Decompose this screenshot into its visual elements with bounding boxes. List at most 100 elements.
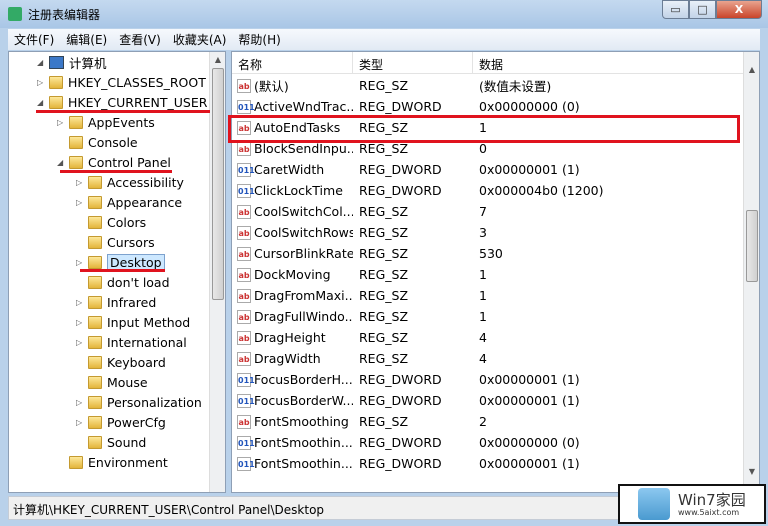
tree-item[interactable]: ◢ HKEY_CURRENT_USER	[37, 92, 207, 112]
scroll-thumb[interactable]	[746, 210, 758, 282]
scroll-thumb[interactable]	[212, 68, 224, 300]
scroll-down-icon[interactable]: ▼	[744, 464, 759, 480]
folder-icon	[88, 315, 102, 329]
binary-value-icon: 011	[237, 183, 255, 198]
values-scrollbar[interactable]: ▲ ▼	[743, 52, 759, 492]
value-type: REG_DWORD	[359, 393, 442, 408]
menu-help[interactable]: 帮助(H)	[232, 31, 286, 48]
tree-item[interactable]: ▷ International	[76, 332, 187, 352]
tree-item[interactable]: ▷ AppEvents	[57, 112, 155, 132]
value-row[interactable]: ab DragHeight REG_SZ 4	[232, 327, 745, 348]
expand-toggle-icon[interactable]: ▷	[76, 258, 86, 267]
menu-file[interactable]: 文件(F)	[8, 31, 60, 48]
expand-toggle-icon[interactable]: ▷	[76, 338, 86, 347]
tree-item[interactable]: Cursors	[76, 232, 155, 252]
value-row[interactable]: ab DragFromMaxi... REG_SZ 1	[232, 285, 745, 306]
tree-item[interactable]: ◢ 计算机	[37, 52, 107, 72]
value-type: REG_SZ	[359, 330, 409, 345]
value-row[interactable]: 011 ClickLockTime REG_DWORD 0x000004b0 (120…	[232, 180, 745, 201]
expand-toggle-icon[interactable]: ▷	[76, 418, 86, 427]
menu-favorites[interactable]: 收藏夹(A)	[167, 31, 233, 48]
expand-toggle-icon[interactable]: ▷	[76, 398, 86, 407]
value-row[interactable]: ab FontSmoothing REG_SZ 2	[232, 411, 745, 432]
tree-item[interactable]: Console	[57, 132, 138, 152]
tree-item[interactable]: ▷ Input Method	[76, 312, 190, 332]
expand-toggle-icon[interactable]: ▷	[76, 178, 86, 187]
value-type: REG_DWORD	[359, 456, 442, 471]
value-row[interactable]: 011 FontSmoothin... REG_DWORD 0x00000001 (1…	[232, 453, 745, 474]
tree-item[interactable]: ▷ PowerCfg	[76, 412, 166, 432]
column-name[interactable]: 名称	[232, 52, 353, 73]
expand-toggle-icon[interactable]: ▷	[57, 118, 67, 127]
tree-item[interactable]: ▷ Infrared	[76, 292, 156, 312]
house-icon	[638, 488, 670, 520]
annotation-underline-desktop	[80, 269, 165, 272]
value-data: 530	[479, 246, 503, 261]
value-row[interactable]: ab CoolSwitchCol... REG_SZ 7	[232, 201, 745, 222]
value-row[interactable]: 011 FontSmoothin... REG_DWORD 0x00000000 (0…	[232, 432, 745, 453]
menu-view[interactable]: 查看(V)	[113, 31, 167, 48]
value-data: 0x00000001 (1)	[479, 162, 580, 177]
menu-edit[interactable]: 编辑(E)	[60, 31, 113, 48]
watermark-url: www.5aixt.com	[678, 507, 740, 517]
value-row[interactable]: 011 FocusBorderH... REG_DWORD 0x00000001 (1…	[232, 369, 745, 390]
value-name: FontSmoothin...	[254, 456, 353, 471]
value-name: DragFullWindo...	[254, 309, 353, 324]
string-value-icon: ab	[237, 141, 251, 156]
value-data: 0x00000000 (0)	[479, 435, 580, 450]
string-value-icon: ab	[237, 267, 251, 282]
value-row[interactable]: 011 ActiveWndTrac... REG_DWORD 0x00000000 (…	[232, 96, 745, 117]
scroll-up-icon[interactable]: ▲	[744, 62, 759, 78]
value-type: REG_SZ	[359, 225, 409, 240]
value-data: 1	[479, 288, 487, 303]
menu-bar: 文件(F) 编辑(E) 查看(V) 收藏夹(A) 帮助(H)	[8, 29, 760, 50]
tree-item[interactable]: Keyboard	[76, 352, 166, 372]
tree-item[interactable]: ◢ Control Panel	[57, 152, 171, 172]
value-name: CursorBlinkRate	[254, 246, 353, 261]
minimize-button[interactable]: ▭	[662, 0, 689, 19]
scroll-up-icon[interactable]: ▲	[210, 52, 225, 68]
value-row[interactable]: ab DragFullWindo... REG_SZ 1	[232, 306, 745, 327]
value-row[interactable]: 011 CaretWidth REG_DWORD 0x00000001 (1)	[232, 159, 745, 180]
binary-value-icon: 011	[237, 393, 255, 408]
string-value-icon: ab	[237, 204, 251, 219]
expand-toggle-icon[interactable]: ◢	[57, 158, 67, 167]
string-value-icon: ab	[237, 309, 251, 324]
tree-item[interactable]: ▷ Personalization	[76, 392, 202, 412]
value-row[interactable]: ab CursorBlinkRate REG_SZ 530	[232, 243, 745, 264]
value-row[interactable]: ab DockMoving REG_SZ 1	[232, 264, 745, 285]
tree-item-label: don't load	[107, 274, 170, 290]
tree-item-label: AppEvents	[88, 114, 155, 130]
value-data: 2	[479, 414, 487, 429]
value-row[interactable]: ab CoolSwitchRows REG_SZ 3	[232, 222, 745, 243]
value-row[interactable]: 011 FocusBorderW... REG_DWORD 0x00000001 (1…	[232, 390, 745, 411]
expand-toggle-icon[interactable]: ▷	[37, 78, 47, 87]
column-data[interactable]: 数据	[473, 52, 745, 73]
value-data: 0x00000001 (1)	[479, 393, 580, 408]
value-type: REG_SZ	[359, 246, 409, 261]
tree-item[interactable]: ▷ Accessibility	[76, 172, 184, 192]
value-row[interactable]: ab DragWidth REG_SZ 4	[232, 348, 745, 369]
value-name: FocusBorderW...	[254, 393, 353, 408]
expand-toggle-icon[interactable]: ▷	[76, 298, 86, 307]
tree-item[interactable]: Mouse	[76, 372, 148, 392]
tree-item[interactable]: Environment	[57, 452, 168, 472]
tree-item[interactable]: ▷ HKEY_CLASSES_ROOT	[37, 72, 206, 92]
expand-toggle-icon[interactable]: ◢	[37, 98, 47, 107]
column-type[interactable]: 类型	[353, 52, 473, 73]
expand-toggle-icon[interactable]: ◢	[37, 58, 47, 67]
tree-item[interactable]: Sound	[76, 432, 146, 452]
expand-toggle-icon[interactable]: ▷	[76, 318, 86, 327]
tree-item[interactable]: Colors	[76, 212, 146, 232]
expand-toggle-icon[interactable]: ▷	[76, 198, 86, 207]
tree-scrollbar[interactable]: ▲	[209, 52, 225, 492]
value-row[interactable]: ab (默认) REG_SZ (数值未设置)	[232, 75, 745, 96]
tree-item[interactable]: don't load	[76, 272, 170, 292]
folder-icon	[88, 215, 102, 229]
tree-item-label: Infrared	[107, 294, 157, 310]
annotation-box-autoendtasks	[228, 115, 740, 143]
value-type: REG_DWORD	[359, 435, 442, 450]
tree-item[interactable]: ▷ Appearance	[76, 192, 182, 212]
maximize-button[interactable]: □	[689, 0, 716, 19]
close-button[interactable]: X	[716, 0, 762, 19]
